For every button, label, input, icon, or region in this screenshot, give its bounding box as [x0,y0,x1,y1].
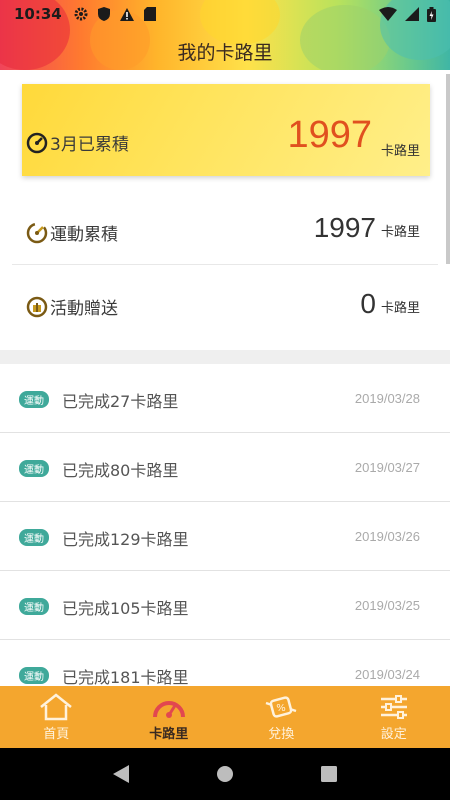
record-text: 已完成181卡路里 [62,668,189,686]
calorie-record-list[interactable]: 運動 已完成27卡路里 2019/03/28 運動 已完成80卡路里 2019/… [0,364,450,686]
list-item[interactable]: 運動 已完成129卡路里 2019/03/26 [0,502,450,571]
nav-home-label: 首頁 [43,726,70,742]
category-tag: 運動 [19,598,49,615]
nav-calorie-label: 卡路里 [149,726,189,742]
page-title: 我的卡路里 [177,42,273,64]
gift-speedometer-icon [26,296,48,317]
gift-total-value: 0 [360,288,376,319]
shield-icon [97,7,110,21]
status-time: 10:34 [14,5,62,23]
scrollbar[interactable] [446,74,450,264]
calorie-icon [152,700,185,718]
status-bar: 10:34 [0,0,450,28]
category-tag: 運動 [19,667,49,684]
battery-icon [427,6,436,22]
settings-icon [380,694,407,719]
month-total-label-row: 3月已累積 [26,130,129,155]
sport-total-value: 1997 [313,212,376,243]
record-date: 2019/03/25 [354,598,420,613]
gift-total-unit: 卡路里 [380,301,420,316]
month-total-card: 3月已累積 1997 卡路里 [22,84,430,176]
sport-total-label-row: 運動累積 [26,220,118,245]
category-tag: 運動 [19,460,49,477]
section-gap [0,350,450,364]
record-text: 已完成80卡路里 [62,461,179,480]
calorie-summary: 3月已累積 1997 卡路里 運動累積 1997 卡路里 活動贈送 0 卡路里 [0,70,450,350]
warning-icon [119,7,134,21]
list-item[interactable]: 運動 已完成80卡路里 2019/03/27 [0,433,450,502]
category-tag: 運動 [19,391,49,408]
list-item[interactable]: 運動 已完成105卡路里 2019/03/25 [0,571,450,640]
home-circle-icon[interactable] [216,765,234,783]
list-item[interactable]: 運動 已完成181卡路里 2019/03/24 [0,640,450,686]
nav-exchange-label: 兌換 [268,726,295,742]
divider [12,264,438,265]
record-text: 已完成129卡路里 [62,530,189,549]
record-date: 2019/03/27 [354,460,420,475]
sd-card-icon [143,7,156,21]
list-item[interactable]: 運動 已完成27卡路里 2019/03/28 [0,364,450,433]
system-nav-bar [0,748,450,800]
month-total-unit: 卡路里 [380,144,420,159]
exchange-icon: % [265,695,297,718]
nav-settings[interactable]: 設定 [338,686,450,748]
category-tag: 運動 [19,529,49,546]
record-date: 2019/03/26 [354,529,420,544]
month-total-label: 3月已累積 [50,135,129,155]
sport-total-unit: 卡路里 [380,225,420,240]
gift-total-label: 活動贈送 [50,299,118,319]
app-header: 10:34 我的卡路里 [0,0,450,70]
nav-calorie[interactable]: 卡路里 [113,686,226,748]
gift-total-label-row: 活動贈送 [26,294,118,319]
nav-exchange[interactable]: % 兌換 [225,686,338,748]
svg-text:%: % [276,703,286,714]
record-text: 已完成105卡路里 [62,599,189,618]
nav-settings-label: 設定 [380,726,407,742]
month-total-value: 1997 [287,114,372,156]
gear-icon [74,7,88,21]
nav-home[interactable]: 首頁 [0,686,113,748]
home-icon [40,692,73,720]
sport-total-label: 運動累積 [50,225,118,245]
record-text: 已完成27卡路里 [62,392,179,411]
running-speedometer-icon [26,222,48,243]
recents-icon[interactable] [320,766,337,782]
back-icon[interactable] [113,765,130,783]
signal-icon [405,7,419,21]
wifi-icon [379,7,397,21]
record-date: 2019/03/24 [354,667,420,682]
record-date: 2019/03/28 [354,391,420,406]
speedometer-icon [26,132,48,153]
bottom-nav: 首頁 卡路里 % 兌換 設定 [0,686,450,748]
